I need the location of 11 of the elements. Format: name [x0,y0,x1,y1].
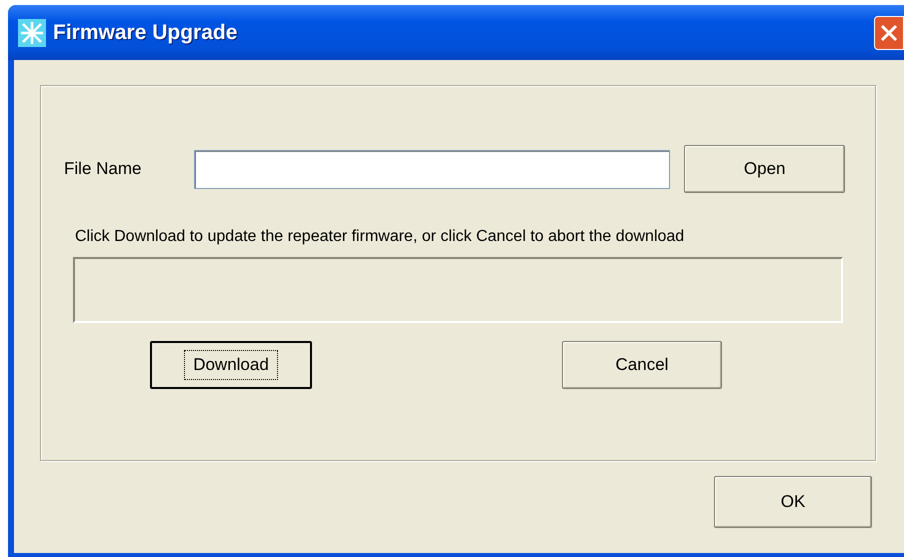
file-name-field[interactable] [194,150,670,188]
window-title: Firmware Upgrade [53,20,238,46]
instructions-text: Click Download to update the repeater firmware, or click Cancel to abort the download [75,227,686,247]
ok-button[interactable]: OK [714,476,872,528]
download-button[interactable]: Download [150,341,312,389]
file-name-label: File Name [64,158,142,180]
cancel-button[interactable]: Cancel [562,341,722,389]
close-icon [880,24,898,42]
snowflake-icon [18,18,46,46]
close-button[interactable] [874,16,904,50]
open-button[interactable]: Open [684,145,845,193]
